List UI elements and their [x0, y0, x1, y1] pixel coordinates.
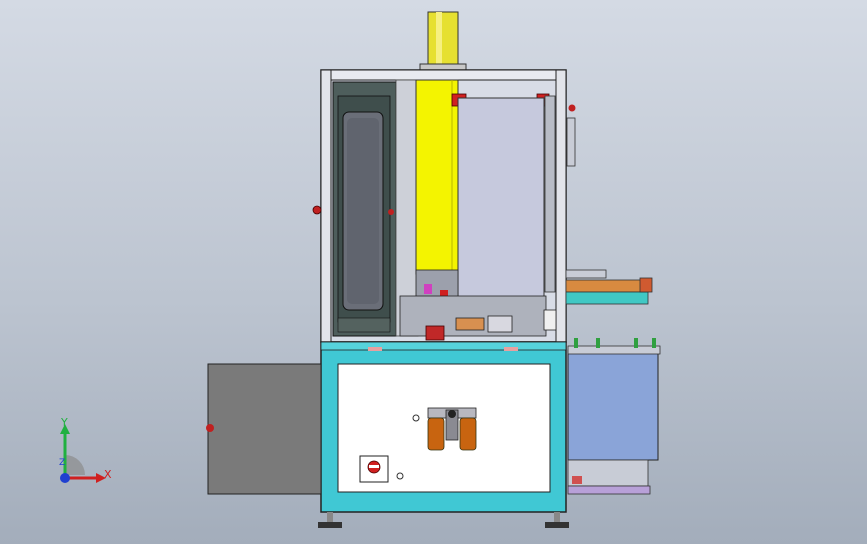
door-window-reflection: [347, 118, 379, 304]
blue-box-red-tab: [572, 476, 582, 484]
panel-mount-hole: [412, 414, 420, 422]
left-side-knob: [312, 205, 322, 215]
top-cylinder-highlight: [436, 12, 442, 70]
base-top-edge: [320, 341, 567, 351]
door-bottom-panel: [337, 317, 391, 333]
blue-box-top-rail: [567, 345, 661, 355]
cad-assembly-view: [206, 11, 661, 528]
green-pin-1: [574, 338, 578, 348]
y-axis-label: Y: [61, 416, 68, 429]
z-axis-label: Z: [59, 458, 66, 468]
triad-arc: [65, 455, 85, 475]
filter-bowl-left: [427, 417, 445, 451]
white-block: [543, 309, 557, 331]
conveyor-end-cap: [639, 277, 653, 293]
blue-side-box: [567, 349, 659, 461]
gripper-plate: [487, 315, 513, 333]
filter-bowl-right: [459, 417, 477, 451]
base-tab-right: [504, 347, 518, 351]
green-pin-3: [634, 338, 638, 348]
magenta-part: [424, 284, 432, 294]
green-pin-2: [596, 338, 600, 348]
conveyor-orange-bar: [565, 279, 647, 293]
right-side-knob: [568, 104, 576, 112]
door-handle-knob: [388, 209, 394, 215]
frame-right-post: [555, 69, 567, 343]
indicator-dot: [396, 472, 404, 480]
foot-left-pad: [318, 522, 342, 528]
conveyor-cyan-bar: [565, 291, 649, 305]
z-axis-dot: [60, 473, 70, 483]
conveyor-support: [565, 269, 607, 279]
coordinate-triad: Y X Z: [40, 416, 120, 490]
blue-box-base-plate: [567, 485, 651, 495]
frame-top-beam: [320, 69, 567, 81]
gray-side-box: [207, 363, 322, 495]
right-rail: [544, 95, 556, 293]
gripper-block: [455, 317, 485, 331]
green-pin-4: [652, 338, 656, 348]
red-cup: [425, 325, 445, 341]
gray-box-knob: [206, 424, 214, 432]
stop-switch-bar: [369, 465, 379, 468]
lavender-cover: [457, 97, 545, 299]
right-side-bracket: [566, 117, 576, 167]
frame-left-post: [320, 69, 332, 343]
x-axis-label: X: [104, 468, 112, 481]
foot-right-pad: [545, 522, 569, 528]
regulator-knob: [448, 410, 456, 418]
base-tab-left: [368, 347, 382, 351]
top-cylinder: [427, 11, 459, 71]
